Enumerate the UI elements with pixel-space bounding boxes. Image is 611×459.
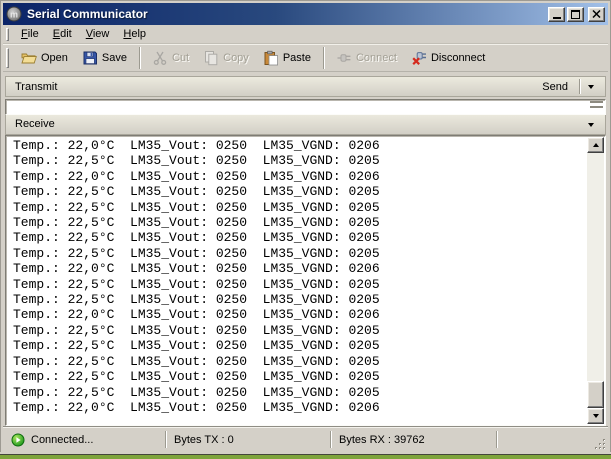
receive-output[interactable]: Temp.: 22,0°C LM35_Vout: 0250 LM35_VGND:… xyxy=(5,135,606,426)
send-separator xyxy=(579,79,580,94)
copy-pages-icon xyxy=(203,50,219,66)
cut-button[interactable]: Cut xyxy=(145,46,196,70)
menu-view[interactable]: View xyxy=(79,26,117,42)
transmit-header-actions: Send xyxy=(532,77,601,96)
paste-button-label: Paste xyxy=(283,52,311,64)
receive-dropdown-button[interactable] xyxy=(581,114,601,134)
window-controls xyxy=(548,7,605,22)
close-button[interactable] xyxy=(588,7,605,22)
receive-line: Temp.: 22,0°C LM35_Vout: 0250 LM35_VGND:… xyxy=(13,307,587,322)
menu-edit[interactable]: Edit xyxy=(46,26,79,42)
disconnect-button[interactable]: Disconnect xyxy=(404,46,492,70)
save-floppy-icon xyxy=(82,50,98,66)
receive-line: Temp.: 22,5°C LM35_Vout: 0250 LM35_VGND:… xyxy=(13,369,587,384)
open-folder-icon xyxy=(21,50,37,66)
connect-plug-icon xyxy=(336,50,352,66)
copy-button-label: Copy xyxy=(223,52,249,64)
receive-line: Temp.: 22,0°C LM35_Vout: 0250 LM35_VGND:… xyxy=(13,169,587,184)
maximize-button[interactable] xyxy=(567,7,584,22)
transmit-header-label: Transmit xyxy=(15,81,57,93)
receive-line: Temp.: 22,0°C LM35_Vout: 0250 LM35_VGND:… xyxy=(13,400,587,415)
close-icon xyxy=(592,10,601,18)
open-button-label: Open xyxy=(41,52,68,64)
scroll-down-button[interactable] xyxy=(587,408,604,424)
menu-bar: File Edit View Help xyxy=(3,25,608,44)
receive-line: Temp.: 22,5°C LM35_Vout: 0250 LM35_VGND:… xyxy=(13,338,587,353)
minimize-button[interactable] xyxy=(548,7,565,22)
arrow-up-icon xyxy=(593,140,599,147)
toolbar-separator xyxy=(323,47,324,69)
arrow-down-icon xyxy=(593,414,599,421)
scrollbar-thumb[interactable] xyxy=(587,381,604,408)
send-button[interactable]: Send xyxy=(532,78,578,96)
connection-status-icon xyxy=(11,433,25,447)
maximize-icon xyxy=(571,10,580,19)
connection-status-text: Connected... xyxy=(31,434,93,446)
bytes-rx-text: Bytes RX : 39762 xyxy=(339,434,425,446)
window-title: Serial Communicator xyxy=(27,7,548,21)
status-empty-panel xyxy=(497,427,608,452)
app-window: m Serial Communicator File Edit View Hel… xyxy=(0,0,611,459)
toolbar-gripper[interactable] xyxy=(6,48,9,68)
connect-button-label: Connect xyxy=(356,52,397,64)
connect-button[interactable]: Connect xyxy=(329,46,404,70)
receive-line: Temp.: 22,5°C LM35_Vout: 0250 LM35_VGND:… xyxy=(13,292,587,307)
receive-line: Temp.: 22,5°C LM35_Vout: 0250 LM35_VGND:… xyxy=(13,200,587,215)
receive-line: Temp.: 22,0°C LM35_Vout: 0250 LM35_VGND:… xyxy=(13,138,587,153)
receive-header: Receive xyxy=(5,113,606,135)
window-bottom-edge xyxy=(0,452,611,459)
transmit-dropdown-button[interactable] xyxy=(581,77,601,96)
receive-line: Temp.: 22,5°C LM35_Vout: 0250 LM35_VGND:… xyxy=(13,153,587,168)
copy-button[interactable]: Copy xyxy=(196,46,256,70)
disconnect-button-label: Disconnect xyxy=(431,52,485,64)
receive-line: Temp.: 22,5°C LM35_Vout: 0250 LM35_VGND:… xyxy=(13,277,587,292)
receive-line: Temp.: 22,5°C LM35_Vout: 0250 LM35_VGND:… xyxy=(13,246,587,261)
chevron-down-icon xyxy=(588,85,594,92)
cut-button-label: Cut xyxy=(172,52,189,64)
toolbar: Open Save Cut xyxy=(3,44,608,72)
status-bar: Connected... Bytes TX : 0 Bytes RX : 397… xyxy=(3,426,608,452)
receive-line: Temp.: 22,5°C LM35_Vout: 0250 LM35_VGND:… xyxy=(13,385,587,400)
receive-scrollbar[interactable] xyxy=(587,137,604,424)
receive-log: Temp.: 22,0°C LM35_Vout: 0250 LM35_VGND:… xyxy=(6,136,587,415)
transmit-input-row xyxy=(5,97,606,113)
receive-header-actions xyxy=(581,114,601,134)
menu-file[interactable]: File xyxy=(14,26,46,42)
toolbar-separator xyxy=(139,47,140,69)
app-icon: m xyxy=(6,6,22,22)
minimize-icon xyxy=(553,17,561,19)
bytes-tx-text: Bytes TX : 0 xyxy=(174,434,234,446)
transmit-resize-grip-icon[interactable] xyxy=(590,101,603,108)
cut-scissors-icon xyxy=(152,50,168,66)
menu-help[interactable]: Help xyxy=(116,26,153,42)
svg-text:m: m xyxy=(10,10,18,20)
menubar-gripper[interactable] xyxy=(6,28,9,41)
receive-line: Temp.: 22,5°C LM35_Vout: 0250 LM35_VGND:… xyxy=(13,323,587,338)
paste-button[interactable]: Paste xyxy=(256,46,318,70)
paste-clipboard-icon xyxy=(263,50,279,66)
transmit-input[interactable] xyxy=(5,99,606,115)
receive-line: Temp.: 22,0°C LM35_Vout: 0250 LM35_VGND:… xyxy=(13,261,587,276)
status-bytes-tx: Bytes TX : 0 xyxy=(166,427,330,452)
status-bytes-rx: Bytes RX : 39762 xyxy=(331,427,496,452)
save-button[interactable]: Save xyxy=(75,46,134,70)
receive-header-label: Receive xyxy=(15,118,55,130)
receive-line: Temp.: 22,5°C LM35_Vout: 0250 LM35_VGND:… xyxy=(13,215,587,230)
resize-grip-icon[interactable] xyxy=(594,438,606,450)
chevron-down-icon xyxy=(588,123,594,130)
disconnect-plug-icon xyxy=(411,50,427,66)
status-connection: Connected... xyxy=(3,427,165,452)
receive-line: Temp.: 22,5°C LM35_Vout: 0250 LM35_VGND:… xyxy=(13,184,587,199)
receive-line: Temp.: 22,5°C LM35_Vout: 0250 LM35_VGND:… xyxy=(13,230,587,245)
receive-line: Temp.: 22,5°C LM35_Vout: 0250 LM35_VGND:… xyxy=(13,354,587,369)
scroll-up-button[interactable] xyxy=(587,137,604,153)
transmit-header: Transmit Send xyxy=(5,76,606,97)
save-button-label: Save xyxy=(102,52,127,64)
titlebar[interactable]: m Serial Communicator xyxy=(3,3,608,25)
open-button[interactable]: Open xyxy=(14,46,75,70)
